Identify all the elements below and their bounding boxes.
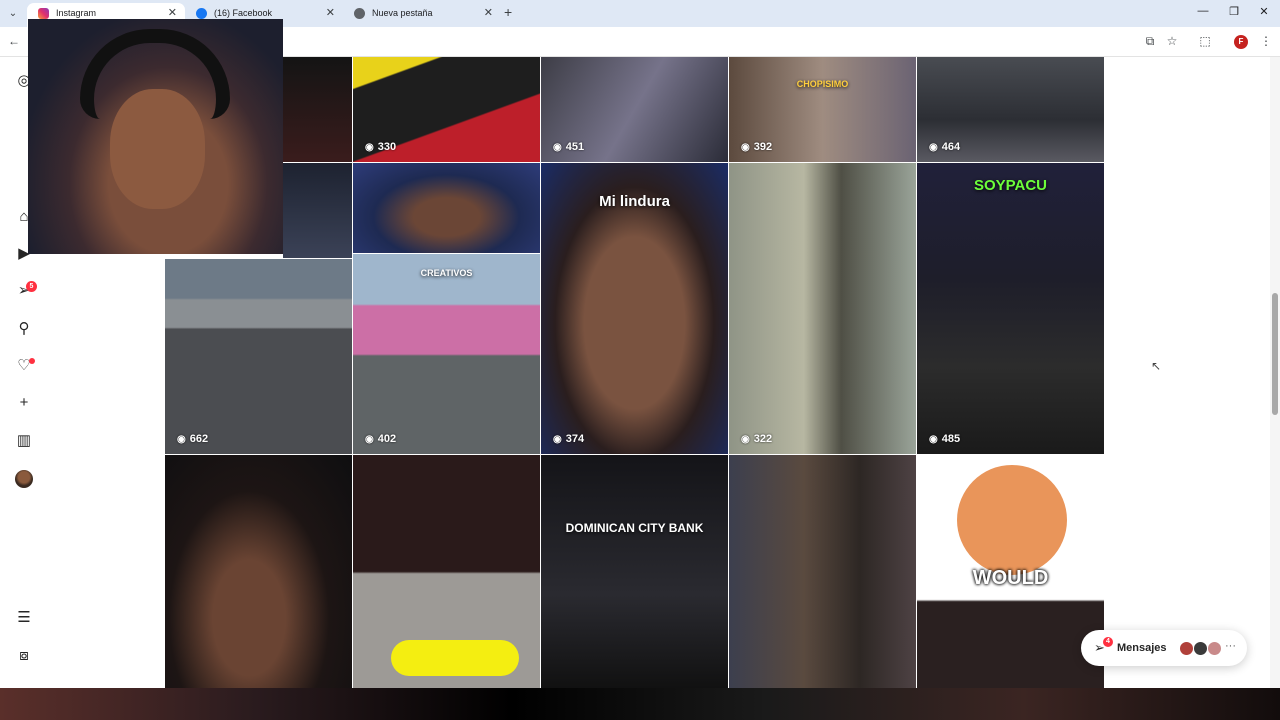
reel-tile[interactable]	[283, 163, 352, 258]
tab-title: Instagram	[56, 8, 97, 18]
create-icon[interactable]: +	[13, 392, 35, 414]
close-tab-icon[interactable]: ✕	[326, 3, 335, 24]
eye-icon: ◉	[553, 141, 562, 153]
view-count: 485	[941, 433, 961, 445]
reel-tile[interactable]	[729, 455, 916, 688]
restore-icon[interactable]: ❐	[1224, 5, 1244, 18]
reel-tile[interactable]: ◉ 464	[917, 57, 1104, 162]
back-icon[interactable]: ←	[6, 34, 22, 48]
reel-tile[interactable]: DOMINICAN CITY BANK	[541, 455, 728, 688]
eye-icon: ◉	[741, 433, 750, 445]
notification-dot	[29, 358, 35, 364]
reel-tile[interactable]	[165, 455, 352, 688]
eye-icon: ◉	[177, 433, 186, 445]
more-icon: ···	[1225, 640, 1236, 652]
scrollbar-thumb[interactable]	[1272, 293, 1278, 415]
tab-title: (16) Facebook	[214, 8, 273, 18]
minimize-icon[interactable]: —	[1193, 5, 1213, 17]
reel-tile[interactable]	[283, 57, 352, 162]
browser-menu-icon[interactable]: ⋮	[1258, 34, 1274, 48]
profile-avatar-button[interactable]: F	[1234, 35, 1248, 49]
stats-icon[interactable]: ▥	[13, 430, 35, 452]
reel-tile[interactable]: ◉ 451	[541, 57, 728, 162]
reel-tile[interactable]: SOYPACU ◉ 485	[917, 163, 1104, 454]
yellow-sticker	[391, 640, 519, 676]
bookmark-star-icon[interactable]: ☆	[1164, 34, 1180, 48]
reel-tile[interactable]: WOULD	[917, 455, 1104, 688]
page-scrollbar[interactable]	[1270, 57, 1280, 688]
avatar	[1179, 641, 1194, 656]
eye-icon: ◉	[929, 141, 938, 153]
messages-badge: 4	[1103, 637, 1113, 647]
profile-avatar[interactable]	[15, 470, 33, 488]
view-count: 451	[565, 141, 585, 153]
search-icon[interactable]: ⚲	[13, 318, 35, 340]
more-apps-icon[interactable]: ⧇	[13, 645, 35, 667]
close-window-icon[interactable]: ✕	[1254, 5, 1274, 18]
mouse-cursor-icon: ↖	[1151, 359, 1162, 373]
view-count: 322	[753, 433, 773, 445]
avatar	[1207, 641, 1222, 656]
view-count: 374	[565, 433, 585, 445]
view-count: 392	[753, 141, 773, 153]
reel-tile[interactable]	[353, 455, 540, 688]
reel-tile[interactable]: ◉	[353, 163, 540, 253]
install-app-icon[interactable]: ⧉	[1142, 34, 1158, 49]
tile-caption: DOMINICAN CITY BANK	[565, 521, 704, 535]
view-count: 464	[941, 141, 961, 153]
close-tab-icon[interactable]: ✕	[484, 3, 493, 24]
extensions-icon[interactable]: ⬚	[1197, 34, 1213, 48]
tab-search-chevron-icon[interactable]: ⌄	[4, 5, 22, 23]
reel-tile[interactable]: Mi lindura ◉ 374	[541, 163, 728, 454]
eye-icon: ◉	[365, 433, 374, 445]
webcam-overlay	[28, 19, 283, 254]
eye-icon: ◉	[365, 141, 374, 153]
tile-caption: Mi lindura	[599, 193, 670, 210]
menu-icon[interactable]: ☰	[13, 607, 35, 629]
cartoon-character-illustration	[957, 465, 1067, 575]
tile-caption: WOULD	[972, 567, 1049, 589]
eye-icon: ◉	[741, 141, 750, 153]
chrome-icon	[354, 8, 365, 19]
instagram-icon	[38, 8, 49, 19]
eye-icon: ◉	[553, 433, 562, 445]
new-tab-button[interactable]: +	[504, 4, 512, 20]
reel-tile[interactable]: ◉ 322	[729, 163, 916, 454]
tile-caption: CREATIVOS	[420, 268, 473, 278]
view-count: 330	[377, 141, 397, 153]
messages-button[interactable]: ➢ 4 Mensajes ···	[1081, 630, 1247, 666]
reel-tile[interactable]: CREATIVOS ◉ 402	[353, 254, 540, 454]
tile-caption: SOYPACU	[973, 177, 1048, 194]
tab-title: Nueva pestaña	[372, 8, 433, 18]
bottom-image-strip	[0, 688, 1280, 720]
view-count: 402	[377, 433, 397, 445]
tab-new-tab[interactable]: Nueva pestaña ✕	[343, 3, 501, 27]
reel-tile[interactable]: CHOPISIMO ◉ 392	[729, 57, 916, 162]
tile-caption: CHOPISIMO	[796, 79, 849, 89]
eye-icon: ◉	[929, 433, 938, 445]
facebook-icon	[196, 8, 207, 19]
messages-badge: 5	[26, 281, 37, 292]
reel-tile[interactable]: ◉ 330	[353, 57, 540, 162]
view-count: 662	[189, 433, 209, 445]
face-illustration	[110, 89, 205, 209]
avatar	[1193, 641, 1208, 656]
reel-tile[interactable]: ◉ 662	[165, 259, 352, 454]
messages-label: Mensajes	[1117, 642, 1167, 654]
